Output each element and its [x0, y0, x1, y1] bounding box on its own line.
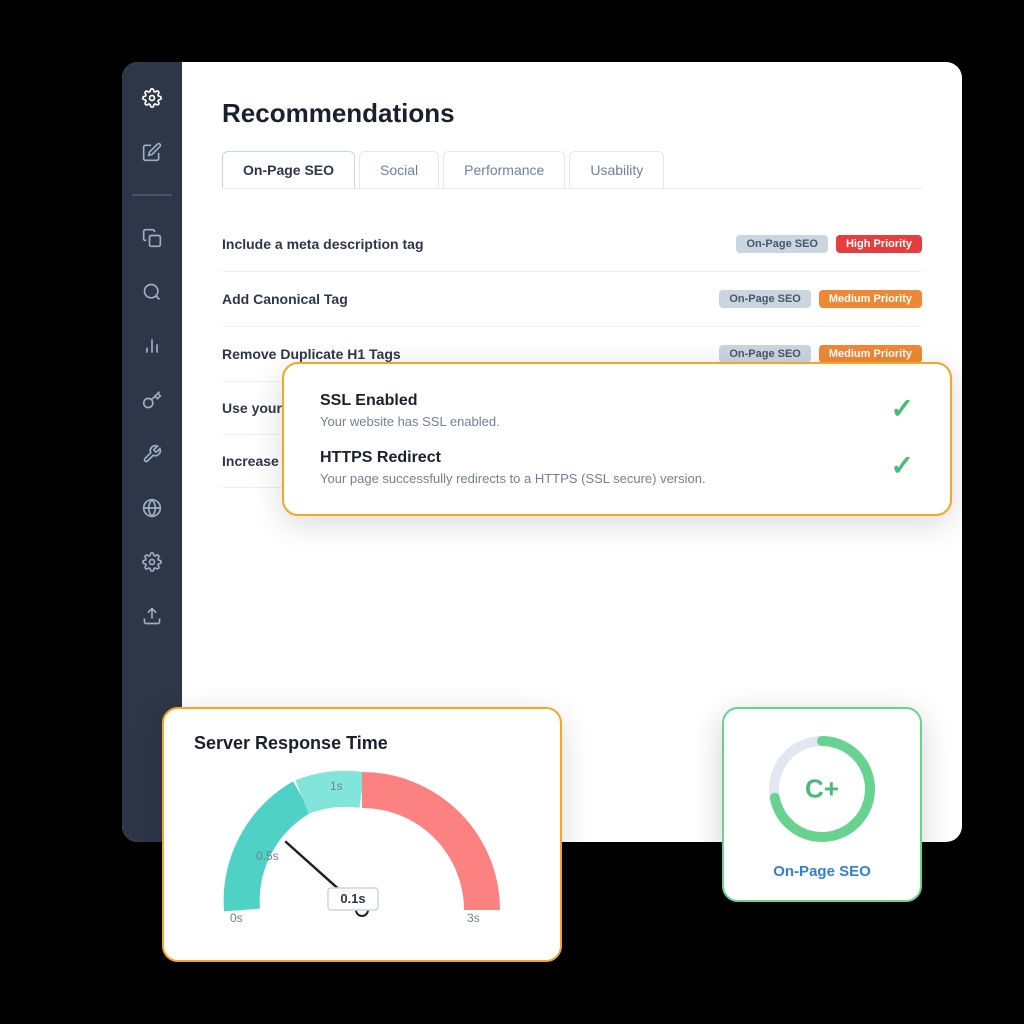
sidebar-icon-copy[interactable]: [136, 222, 168, 254]
ssl-text-0: SSL Enabled Your website has SSL enabled…: [320, 392, 500, 429]
tab-on-page-seo[interactable]: On-Page SEO: [222, 151, 355, 188]
ssl-text-1: HTTPS Redirect Your page successfully re…: [320, 449, 706, 486]
tab-usability[interactable]: Usability: [569, 151, 664, 188]
sidebar-icon-search[interactable]: [136, 276, 168, 308]
sidebar-icon-chart[interactable]: [136, 330, 168, 362]
gauge-value: 0.1s: [340, 891, 365, 906]
ssl-title-1: HTTPS Redirect: [320, 449, 706, 467]
rec-row-0: Include a meta description tag On-Page S…: [222, 217, 922, 272]
server-card: Server Response Time 0s 0.5s 1s 3s: [162, 707, 562, 962]
tab-performance[interactable]: Performance: [443, 151, 565, 188]
badge-priority-2: Medium Priority: [819, 345, 922, 363]
sidebar-icon-settings2[interactable]: [136, 546, 168, 578]
ssl-desc-0: Your website has SSL enabled.: [320, 414, 500, 429]
ssl-desc-1: Your page successfully redirects to a HT…: [320, 471, 706, 486]
sidebar-icon-globe[interactable]: [136, 492, 168, 524]
badge-priority-1: Medium Priority: [819, 290, 922, 308]
sidebar-divider: [132, 194, 172, 196]
ssl-check-0: ✓: [891, 392, 914, 425]
sidebar-icon-settings[interactable]: [136, 82, 168, 114]
app-container: Recommendations On-Page SEO Social Perfo…: [62, 62, 962, 962]
gauge-container: 0s 0.5s 1s 3s 0.1s: [212, 770, 512, 930]
page-title: Recommendations: [222, 98, 922, 129]
sidebar-icon-edit[interactable]: [136, 136, 168, 168]
gauge-label-0.5s: 0.5s: [256, 849, 279, 863]
sidebar-icon-upload[interactable]: [136, 600, 168, 632]
server-title: Server Response Time: [194, 733, 530, 754]
gauge-label-1s: 1s: [330, 779, 343, 793]
sidebar-icon-key[interactable]: [136, 384, 168, 416]
score-card: C+ On-Page SEO: [722, 707, 922, 902]
gauge-svg: 0s 0.5s 1s 3s 0.1s: [212, 770, 512, 930]
badge-seo-2: On-Page SEO: [719, 345, 811, 363]
badge-seo-1: On-Page SEO: [719, 290, 811, 308]
tabs-container: On-Page SEO Social Performance Usability: [222, 151, 922, 189]
gauge-label-3s: 3s: [467, 911, 480, 925]
ssl-title-0: SSL Enabled: [320, 392, 500, 410]
badge-seo-0: On-Page SEO: [736, 235, 828, 253]
rec-badges-0: On-Page SEO High Priority: [736, 235, 922, 253]
rec-label-2: Remove Duplicate H1 Tags: [222, 346, 401, 362]
badge-priority-0: High Priority: [836, 235, 922, 253]
rec-badges-1: On-Page SEO Medium Priority: [719, 290, 922, 308]
rec-label-1: Add Canonical Tag: [222, 291, 348, 307]
score-grade: C+: [805, 774, 839, 805]
score-circle: C+: [762, 729, 882, 849]
rec-label-0: Include a meta description tag: [222, 236, 424, 252]
ssl-item-1: HTTPS Redirect Your page successfully re…: [320, 449, 914, 486]
sidebar-icon-tool[interactable]: [136, 438, 168, 470]
gauge-label-0s: 0s: [230, 911, 243, 925]
rec-badges-2: On-Page SEO Medium Priority: [719, 345, 922, 363]
ssl-check-1: ✓: [891, 449, 914, 482]
rec-row-1: Add Canonical Tag On-Page SEO Medium Pri…: [222, 272, 922, 327]
score-category: On-Page SEO: [773, 863, 871, 880]
ssl-item-0: SSL Enabled Your website has SSL enabled…: [320, 392, 914, 429]
ssl-card: SSL Enabled Your website has SSL enabled…: [282, 362, 952, 516]
tab-social[interactable]: Social: [359, 151, 439, 188]
